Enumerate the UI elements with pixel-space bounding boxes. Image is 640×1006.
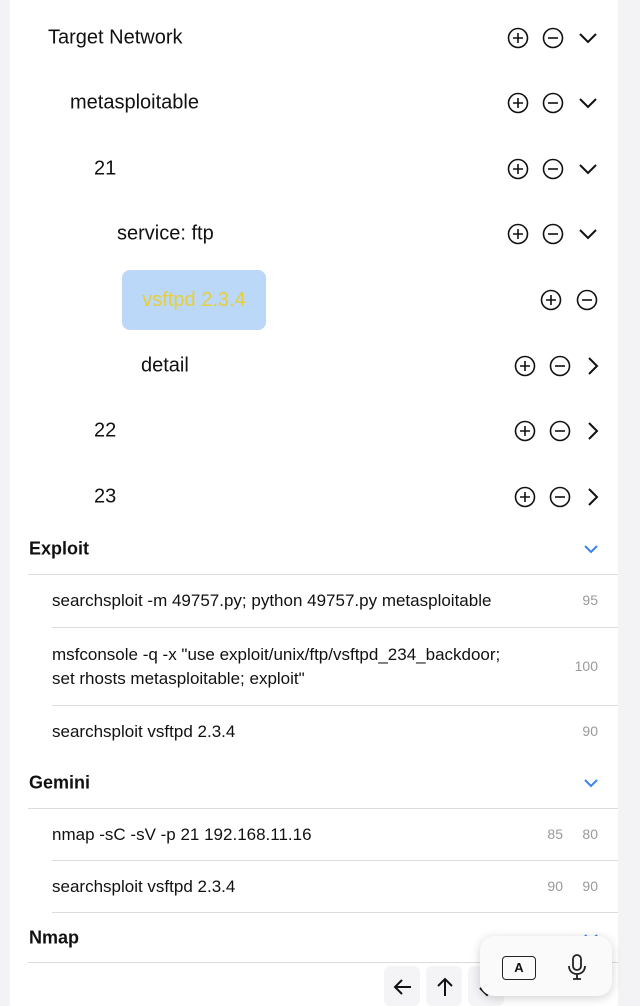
chevron-down-icon[interactable] <box>582 540 600 558</box>
section-title: Gemini <box>29 772 91 793</box>
chevron-right-icon[interactable] <box>582 420 604 442</box>
chevron-right-icon[interactable] <box>582 486 604 508</box>
tree-node-detail[interactable]: detail <box>10 333 618 399</box>
keyboard-popup: A <box>480 936 612 996</box>
score-value: 90 <box>582 878 598 894</box>
tree-node-port-23[interactable]: 23 <box>10 464 618 530</box>
section-header-exploit[interactable]: Exploit <box>10 523 618 575</box>
command-text: searchsploit vsftpd 2.3.4 <box>52 722 236 741</box>
remove-circle-icon[interactable] <box>549 486 571 508</box>
score-value: 90 <box>547 878 563 894</box>
score-value: 80 <box>582 826 598 842</box>
tree-node-label-selected[interactable]: vsftpd 2.3.4 <box>122 270 266 330</box>
list-item[interactable]: searchsploit vsftpd 2.3.4 90 <box>10 706 618 758</box>
left-gutter <box>0 0 10 1006</box>
chevron-down-icon[interactable] <box>582 774 600 792</box>
remove-circle-icon[interactable] <box>542 158 564 180</box>
right-gutter <box>618 0 640 1006</box>
microphone-icon[interactable] <box>566 953 588 981</box>
list-item[interactable]: msfconsole -q -x "use exploit/unix/ftp/v… <box>10 628 618 705</box>
chevron-down-icon[interactable] <box>577 27 599 49</box>
remove-circle-icon[interactable] <box>542 92 564 114</box>
command-text: searchsploit -m 49757.py; python 49757.p… <box>52 591 492 610</box>
keyboard-a-icon[interactable]: A <box>502 956 536 980</box>
remove-circle-icon[interactable] <box>542 27 564 49</box>
tree-node-label: service: ftp <box>117 222 214 245</box>
remove-circle-icon[interactable] <box>549 355 571 377</box>
add-circle-icon[interactable] <box>514 355 536 377</box>
add-circle-icon[interactable] <box>514 486 536 508</box>
command-text-line-2: set rhosts metasploitable; exploit" <box>52 669 305 688</box>
chevron-down-icon[interactable] <box>577 92 599 114</box>
tree-node-label: metasploitable <box>70 91 199 114</box>
list-item[interactable]: searchsploit -m 49757.py; python 49757.p… <box>10 575 618 627</box>
add-circle-icon[interactable] <box>514 420 536 442</box>
tree-node-target-network[interactable]: Target Network <box>10 5 618 71</box>
add-circle-icon[interactable] <box>507 27 529 49</box>
tree-node-service-ftp[interactable]: service: ftp <box>10 201 618 267</box>
list-item[interactable]: searchsploit vsftpd 2.3.4 90 90 <box>10 861 618 913</box>
section-header-gemini[interactable]: Gemini <box>10 757 618 809</box>
add-circle-icon[interactable] <box>540 289 562 311</box>
list-item[interactable]: nmap -sC -sV -p 21 192.168.11.16 85 80 <box>10 809 618 861</box>
chevron-down-icon[interactable] <box>577 223 599 245</box>
add-circle-icon[interactable] <box>507 223 529 245</box>
section-title: Nmap <box>29 927 80 948</box>
add-circle-icon[interactable] <box>507 92 529 114</box>
tree-node-label: 22 <box>94 419 117 442</box>
remove-circle-icon[interactable] <box>549 420 571 442</box>
command-text: nmap -sC -sV -p 21 192.168.11.16 <box>52 825 312 844</box>
score-value: 100 <box>574 658 598 674</box>
remove-circle-icon[interactable] <box>576 289 598 311</box>
score-value: 95 <box>582 592 598 608</box>
tree-node-label: 21 <box>94 157 117 180</box>
tree-node-metasploitable[interactable]: metasploitable <box>10 70 618 136</box>
add-circle-icon[interactable] <box>507 158 529 180</box>
command-text-line-1: msfconsole -q -x "use exploit/unix/ftp/v… <box>52 645 501 664</box>
command-text: searchsploit vsftpd 2.3.4 <box>52 877 236 896</box>
tree-node-label: 23 <box>94 485 117 508</box>
remove-circle-icon[interactable] <box>542 223 564 245</box>
arrow-left-icon[interactable] <box>384 966 420 1006</box>
arrow-up-icon[interactable] <box>426 966 462 1006</box>
tree-node-vsftpd[interactable]: vsftpd 2.3.4 <box>10 267 618 333</box>
section-title: Exploit <box>29 538 90 559</box>
score-value: 85 <box>547 826 563 842</box>
tree-node-label: Target Network <box>48 26 183 49</box>
chevron-right-icon[interactable] <box>582 355 604 377</box>
score-value: 90 <box>582 723 598 739</box>
network-tree-panel: Target Network metasploitable 21 service… <box>10 0 618 964</box>
tree-node-label: detail <box>141 354 189 377</box>
tree-node-port-22[interactable]: 22 <box>10 398 618 464</box>
tree-node-port-21[interactable]: 21 <box>10 136 618 202</box>
chevron-down-icon[interactable] <box>577 158 599 180</box>
